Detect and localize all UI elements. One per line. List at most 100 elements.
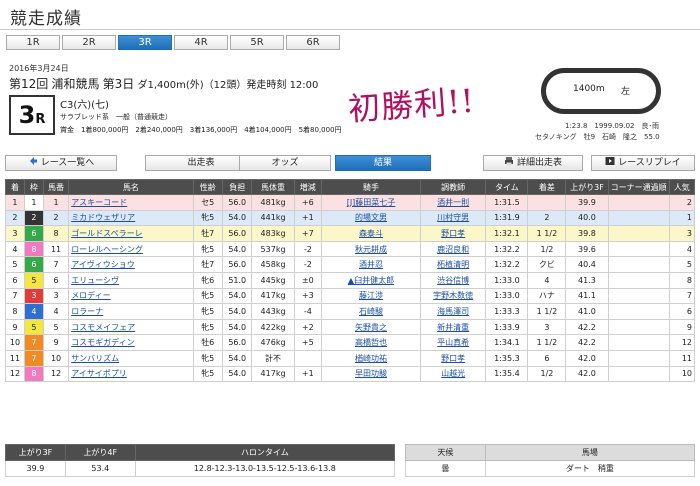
horse-name-link[interactable]: メロディー xyxy=(68,287,194,305)
horse-number: 2 xyxy=(42,209,70,227)
body-weight: 537kg xyxy=(251,240,295,258)
jockey-link[interactable]: 石崎駿 xyxy=(320,303,422,320)
horse-name-link[interactable]: コスモギガディン xyxy=(68,334,194,351)
race-number-suffix: R xyxy=(35,112,46,127)
horse-name-link[interactable]: ロラーナ xyxy=(68,303,194,320)
trainer-link[interactable]: 新井清重 xyxy=(420,318,487,336)
trainer-link[interactable]: 平山真希 xyxy=(420,334,487,351)
horse-number: 10 xyxy=(42,349,70,367)
finish-time: 1:34.1 xyxy=(485,334,529,351)
horse-number: 5 xyxy=(42,318,70,336)
horse-number: 4 xyxy=(42,303,70,320)
odds-button[interactable]: オッズ xyxy=(239,155,331,171)
handwritten-note: 初勝利!! xyxy=(346,81,477,129)
weight-change: +5 xyxy=(293,334,323,351)
horse-name-link[interactable]: エリューシヴ xyxy=(68,271,194,289)
trainer-link[interactable]: 野口孝 xyxy=(420,349,487,367)
jockey-link[interactable]: 秋元耕成 xyxy=(320,240,422,258)
frame-number: 8 xyxy=(23,240,44,258)
popularity: 6 xyxy=(668,303,696,320)
tab-race-5[interactable]: 5R xyxy=(230,35,284,50)
lap-header-last3f: 上がり3F xyxy=(5,444,66,461)
horse-name-link[interactable]: アイサイポプリ xyxy=(68,365,194,383)
lap-furlong-times: 12.8-12.3-13.0-13.5-12.5-13.6-13.8 xyxy=(134,460,396,477)
last-3f: 39.8 xyxy=(565,225,609,242)
horse-name-link[interactable]: ミカドウェザリア xyxy=(68,209,194,227)
body-weight: 417kg xyxy=(251,365,295,383)
horse-name-link[interactable]: ローレルヘーシング xyxy=(68,240,194,258)
race-date: 2016年3月24日 xyxy=(9,64,69,73)
tab-race-4[interactable]: 4R xyxy=(174,35,228,50)
margin: 2 xyxy=(527,209,567,227)
tab-race-3[interactable]: 3R xyxy=(118,35,172,50)
tab-race-2[interactable]: 2R xyxy=(62,35,116,50)
race-day: 第3日 xyxy=(102,77,135,91)
trainer-link[interactable]: 鹿沼良和 xyxy=(420,240,487,258)
popularity: 4 xyxy=(668,240,696,258)
corner-order xyxy=(607,349,670,367)
race-replay-button[interactable]: レースリプレイ xyxy=(591,155,695,171)
table-row: 2 2 2 ミカドウェザリア 牝5 54.0 441kg +1 的場文男 川村守男 1:31.9 2 4… xyxy=(5,209,696,227)
body-weight: 458kg xyxy=(251,256,295,273)
horse-name-link[interactable]: サンバリズム xyxy=(68,349,194,367)
jockey-link[interactable]: 高橋哲也 xyxy=(320,334,422,351)
popularity: 8 xyxy=(668,271,696,289)
jockey-link[interactable]: 矢野貴之 xyxy=(320,318,422,336)
jockey-link[interactable]: 藤江渉 xyxy=(320,287,422,305)
results-header-cell: 騎手 xyxy=(320,179,422,195)
finish-position: 2 xyxy=(5,209,25,227)
race-grade: C3(六)(七) xyxy=(60,100,109,111)
course-distance-label: 1400m xyxy=(571,84,607,94)
trainer-link[interactable]: 宇野木数徳 xyxy=(420,287,487,305)
jockey-link[interactable]: ▲臼井健太郎 xyxy=(320,271,422,289)
jockey-link[interactable]: 酒井忍 xyxy=(320,256,422,273)
weight-change: +3 xyxy=(293,287,323,305)
trainer-link[interactable]: 柘植清明 xyxy=(420,256,487,273)
finish-position: 11 xyxy=(5,349,25,367)
margin: 6 xyxy=(527,349,567,367)
results-header-cell: コーナー通過順 xyxy=(607,179,670,195)
back-to-list-button[interactable]: レース一覧へ xyxy=(5,155,117,171)
weight-change: -2 xyxy=(293,256,323,273)
sex-age: 牝5 xyxy=(192,303,223,320)
trainer-link[interactable]: 渋谷信博 xyxy=(420,271,487,289)
finish-time: 1:33.3 xyxy=(485,303,529,320)
finish-time: 1:31.5 xyxy=(485,194,529,211)
jockey-link[interactable]: 森泰斗 xyxy=(320,225,422,242)
horse-name-link[interactable]: コスモメイフェア xyxy=(68,318,194,336)
finish-time: 1:32.2 xyxy=(485,256,529,273)
trainer-link[interactable]: 川村守男 xyxy=(420,209,487,227)
tab-race-6[interactable]: 6R xyxy=(286,35,340,50)
frame-number: 5 xyxy=(23,271,44,289)
trainer-link[interactable]: 山越光 xyxy=(420,365,487,383)
tab-race-1[interactable]: 1R xyxy=(6,35,60,50)
table-row: 11 7 10 サンバリズム 牝5 54.0 計不 楢崎功祐 野口孝 1:35.3 6 42.0 11 xyxy=(5,349,696,367)
results-button[interactable]: 結果 xyxy=(335,155,431,171)
finish-time: 1:31.9 xyxy=(485,209,529,227)
jockey-link[interactable]: [J]藤田菜七子 xyxy=(320,194,422,211)
trainer-link[interactable]: 酒井一則 xyxy=(420,194,487,211)
race-kai: 第12回 xyxy=(9,77,49,91)
trainer-link[interactable]: 海馬澤司 xyxy=(420,303,487,320)
table-row: 6 5 6 エリューシヴ 牝6 51.0 445kg ±0 ▲臼井健太郎 渋谷信博 1:33.0 4 4… xyxy=(5,271,696,289)
trainer-link[interactable]: 野口孝 xyxy=(420,225,487,242)
course-diagram: 1400m 左 xyxy=(535,62,667,120)
page-title: 競走成績 xyxy=(10,9,82,29)
jockey-link[interactable]: 的場文男 xyxy=(320,209,422,227)
jockey-link[interactable]: 楢崎功祐 xyxy=(320,349,422,367)
detail-entries-button[interactable]: 詳細出走表 xyxy=(483,155,583,171)
popularity: 12 xyxy=(668,334,696,351)
frame-number: 1 xyxy=(23,194,44,211)
horse-name-link[interactable]: ゴールドスペラーレ xyxy=(68,225,194,242)
finish-position: 1 xyxy=(5,194,25,211)
jockey-link[interactable]: 早田功駿 xyxy=(320,365,422,383)
margin: クビ xyxy=(527,256,567,273)
horse-name-link[interactable]: アイヴィウショウ xyxy=(68,256,194,273)
last-3f: 42.2 xyxy=(565,334,609,351)
sex-age: 牝6 xyxy=(192,271,223,289)
horse-name-link[interactable]: アスキーコード xyxy=(68,194,194,211)
table-row: 5 6 7 アイヴィウショウ 牡7 56.0 458kg -2 酒井忍 柘植清明 1:32.2 クビ 4… xyxy=(5,256,696,273)
carried-weight: 51.0 xyxy=(221,271,253,289)
frame-number: 8 xyxy=(23,365,44,383)
finish-time: 1:35.4 xyxy=(485,365,529,383)
